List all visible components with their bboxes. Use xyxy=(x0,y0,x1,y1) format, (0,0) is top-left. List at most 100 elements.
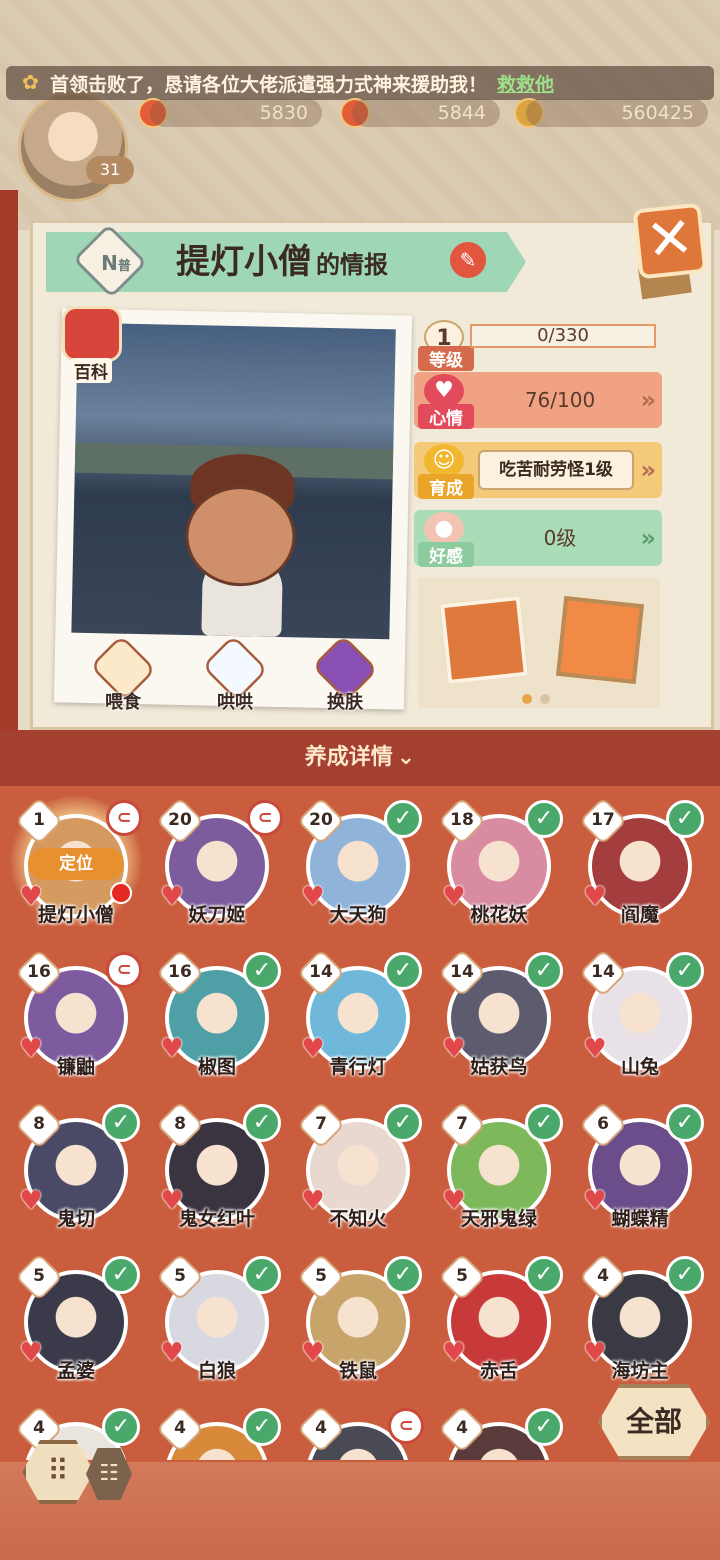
help-link[interactable]: 救救他 xyxy=(497,70,554,97)
shikigami-level: 5 xyxy=(456,1266,468,1286)
feed-button[interactable]: 喂食 xyxy=(84,634,162,716)
left-ribbon xyxy=(0,190,18,730)
shikigami-name: 鬼切 xyxy=(56,1208,95,1230)
checkmark-icon: ✓ xyxy=(243,952,281,990)
shikigami-level: 4 xyxy=(456,1418,468,1438)
chevron-right-icon: » xyxy=(640,386,656,414)
memory-frames xyxy=(418,578,660,708)
checkmark-icon: ✓ xyxy=(525,952,563,990)
favor-row[interactable]: ● 好感 0级 » xyxy=(414,510,662,567)
flower-icon: ✿ xyxy=(22,70,39,94)
shikigami-level: 20 xyxy=(309,810,333,830)
panel-header[interactable]: 养成详情 ⌄ xyxy=(0,730,720,786)
chevron-down-icon: ⌄ xyxy=(396,745,416,770)
mood-row[interactable]: ♥ 心情 76/100 » xyxy=(414,372,662,429)
shikigami-level: 14 xyxy=(309,962,333,982)
roster-cell[interactable]: 5 ✓ ♥ 铁鼠 xyxy=(288,1252,428,1402)
chevron-right-icon: » xyxy=(640,456,656,484)
shikigami-name: 赤舌 xyxy=(479,1360,518,1382)
training-label: 育成 xyxy=(418,474,474,499)
lock-icon: ⊂ xyxy=(106,952,142,988)
shikigami-name: 不知火 xyxy=(329,1208,387,1230)
roster-cell[interactable]: 17 ✓ ♥ 阎魔 xyxy=(570,796,710,946)
level-label: 等级 xyxy=(418,346,474,371)
shikigami-level: 6 xyxy=(597,1114,609,1134)
encyclopedia-button[interactable]: 百科 xyxy=(56,306,130,383)
checkmark-icon: ✓ xyxy=(525,1408,563,1446)
roster-cell[interactable]: 1 ⊂ ♥ 定位 提灯小僧 xyxy=(6,796,146,946)
level-row: 1 等级 0/330 xyxy=(414,318,662,374)
roster-cell[interactable]: 5 ✓ ♥ 孟婆 xyxy=(6,1252,146,1402)
checkmark-icon: ✓ xyxy=(384,800,422,838)
coax-label: 哄哄 xyxy=(217,692,253,713)
shikigami-name: 鬼女红叶 xyxy=(178,1208,255,1230)
memory-frame-1[interactable] xyxy=(440,596,528,684)
shikigami-level: 16 xyxy=(168,962,192,982)
shikigami-name: 天邪鬼绿 xyxy=(460,1208,537,1230)
roster-cell[interactable]: 6 ✓ ♥ 蝴蝶精 xyxy=(570,1100,710,1250)
roster-cell[interactable]: 16 ✓ ♥ 椒图 xyxy=(147,948,287,1098)
player-avatar[interactable] xyxy=(18,92,128,202)
roster-cell[interactable]: 4⊂♥ xyxy=(288,1404,428,1460)
roster-cell[interactable]: 16 ⊂ ♥ 镰鼬 xyxy=(6,948,146,1098)
checkmark-icon: ✓ xyxy=(384,1104,422,1142)
checkmark-icon: ✓ xyxy=(666,1256,704,1294)
coax-button[interactable]: 哄哄 xyxy=(196,634,274,716)
book-icon xyxy=(62,306,122,362)
roster-cell[interactable]: 14 ✓ ♥ 山兔 xyxy=(570,948,710,1098)
checkmark-icon: ✓ xyxy=(102,1256,140,1294)
roster-cell[interactable]: 20 ✓ ♥ 大天狗 xyxy=(288,796,428,946)
checkmark-icon: ✓ xyxy=(384,952,422,990)
shikigami-level: 1 xyxy=(33,810,45,830)
roster-cell[interactable]: 5 ✓ ♥ 白狼 xyxy=(147,1252,287,1402)
character-head xyxy=(184,485,297,588)
lock-icon: ⊂ xyxy=(247,800,283,836)
shikigami-name: 铁鼠 xyxy=(338,1360,377,1382)
shikigami-name: 大天狗 xyxy=(329,904,387,926)
checkmark-icon: ✓ xyxy=(666,800,704,838)
roster-cell[interactable]: 14 ✓ ♥ 姑获鸟 xyxy=(429,948,569,1098)
shikigami-level: 4 xyxy=(174,1418,186,1438)
chevron-right-icon: » xyxy=(640,524,656,552)
shikigami-level: 7 xyxy=(315,1114,327,1134)
roster-cell[interactable]: 5 ✓ ♥ 赤舌 xyxy=(429,1252,569,1402)
all-filter-button[interactable]: 全部 xyxy=(598,1384,710,1460)
memory-frame-2[interactable] xyxy=(556,596,644,684)
training-value: 吃苦耐劳怪1级 xyxy=(478,450,634,490)
locate-button[interactable]: 定位 xyxy=(28,848,124,880)
shikigami-name: 桃花妖 xyxy=(470,904,528,926)
favor-value: 0级 xyxy=(543,526,577,550)
roster-cell[interactable]: 4✓♥ xyxy=(429,1404,569,1460)
roster-cell[interactable]: 20 ⊂ ♥ 妖刀姬 xyxy=(147,796,287,946)
checkmark-icon: ✓ xyxy=(243,1104,281,1142)
roster-cell[interactable]: 7 ✓ ♥ 天邪鬼绿 xyxy=(429,1100,569,1250)
shikigami-level: 4 xyxy=(33,1418,45,1438)
roster-cell[interactable]: 18 ✓ ♥ 桃花妖 xyxy=(429,796,569,946)
roster-cell[interactable]: 4 ✓ ♥ 海坊主 xyxy=(570,1252,710,1402)
notice-text: 首领击败了，恳请各位大佬派遣强力式神来援助我！ xyxy=(50,73,488,96)
shikigami-name: 姑获鸟 xyxy=(470,1056,528,1078)
roster-cell[interactable]: 8 ✓ ♥ 鬼切 xyxy=(6,1100,146,1250)
mood-label: 心情 xyxy=(418,404,474,429)
checkmark-icon: ✓ xyxy=(525,1256,563,1294)
roster-cell[interactable]: 4✓♥ xyxy=(147,1404,287,1460)
roster-cell[interactable]: 14 ✓ ♥ 青行灯 xyxy=(288,948,428,1098)
checkmark-icon: ✓ xyxy=(525,800,563,838)
close-button[interactable]: ✕ xyxy=(632,202,708,280)
skin-button[interactable]: 换肤 xyxy=(306,634,384,716)
shikigami-name: 提灯小僧 xyxy=(37,904,114,926)
checkmark-icon: ✓ xyxy=(525,1104,563,1142)
notice-bar: 首领击败了，恳请各位大佬派遣强力式神来援助我！ 救救他 xyxy=(6,66,714,100)
shikigami-name: 妖刀姬 xyxy=(188,904,246,926)
shikigami-name: 蝴蝶精 xyxy=(611,1208,669,1230)
roster-cell[interactable]: 7 ✓ ♥ 不知火 xyxy=(288,1100,428,1250)
training-row[interactable]: ☺ 育成 吃苦耐劳怪1级 » xyxy=(414,442,662,499)
exp-bar: 0/330 xyxy=(470,324,656,348)
roster-cell[interactable]: 8 ✓ ♥ 鬼女红叶 xyxy=(147,1100,287,1250)
edit-name-button[interactable]: ✎ xyxy=(450,242,486,278)
shikigami-level: 4 xyxy=(315,1418,327,1438)
shikigami-level: 5 xyxy=(315,1266,327,1286)
shikigami-name: 海坊主 xyxy=(611,1360,669,1382)
mood-value: 76/100 xyxy=(524,388,596,412)
lock-icon: ⊂ xyxy=(106,800,142,836)
